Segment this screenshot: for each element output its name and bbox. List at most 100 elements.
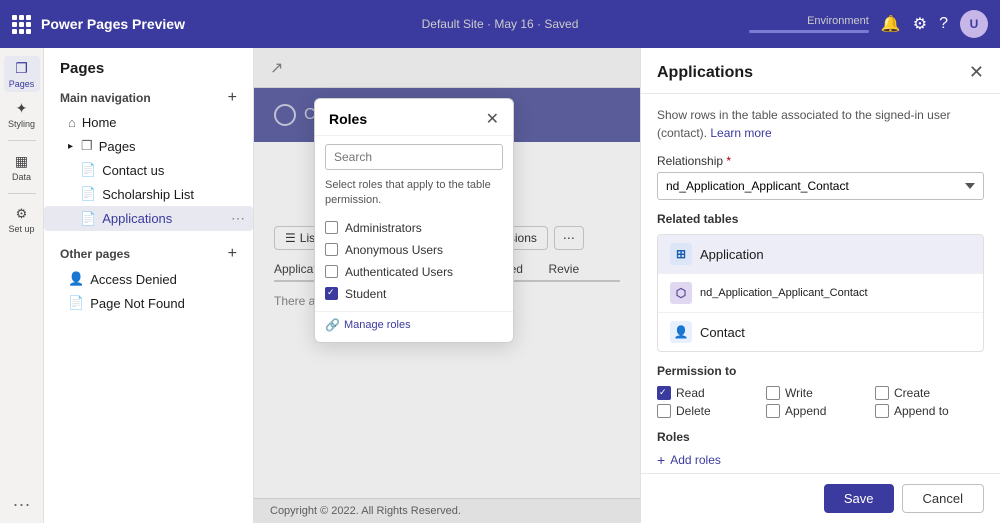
pages-icon: ❐ [15, 60, 28, 77]
relationship-select[interactable]: nd_Application_Applicant_Contact [657, 172, 984, 200]
main-nav-section: Main navigation + [44, 83, 253, 111]
relationship-label: Relationship [657, 154, 984, 168]
icon-sidebar: ❐ Pages ✦ Styling ▦ Data ⚙ Set up ··· [0, 48, 44, 523]
role-checkbox-administrators[interactable] [325, 221, 338, 234]
related-table-label-application: Application [700, 247, 764, 262]
role-checkbox-authenticated[interactable] [325, 265, 338, 278]
roles-search-input[interactable] [325, 144, 503, 170]
sidebar-more[interactable]: ··· [13, 494, 31, 515]
nav-item-more-icon[interactable]: ⋯ [231, 210, 245, 227]
role-item-administrators: Administrators [325, 217, 503, 239]
nav-contact-label: Contact us [102, 163, 164, 178]
roles-modal-close-button[interactable]: ✕ [486, 109, 499, 129]
nav-item-page-not-found[interactable]: 📄 Page Not Found [44, 291, 253, 315]
role-item-student: Student [325, 283, 503, 305]
roles-modal: Roles ✕ Select roles that apply to the t… [314, 98, 514, 343]
manage-roles-link[interactable]: 🔗 Manage roles [315, 311, 513, 342]
save-button[interactable]: Save [824, 484, 894, 513]
roles-description: Select roles that apply to the table per… [315, 178, 513, 217]
learn-more-link[interactable]: Learn more [710, 126, 771, 140]
topbar-icons: Environment 🔔 ⚙ ? U [749, 10, 988, 38]
main-layout: ❐ Pages ✦ Styling ▦ Data ⚙ Set up ··· Pa… [0, 48, 1000, 523]
add-other-page-button[interactable]: + [228, 245, 237, 263]
home-icon: ⌂ [68, 115, 76, 130]
related-table-label-nd: nd_Application_Applicant_Contact [700, 287, 868, 299]
app-title: Power Pages Preview [41, 16, 185, 32]
role-label-authenticated: Authenticated Users [345, 265, 453, 279]
sidebar-item-styling[interactable]: ✦ Styling [4, 96, 40, 132]
app-grid-icon[interactable] [12, 15, 31, 34]
other-pages-label: Other pages [60, 247, 130, 261]
roles-modal-overlay: Roles ✕ Select roles that apply to the t… [254, 48, 640, 523]
table-icon-application: ⊞ [670, 243, 692, 265]
page-icon2: 📄 [80, 186, 96, 202]
add-nav-item-button[interactable]: + [228, 89, 237, 107]
person-icon: 👤 [68, 271, 84, 287]
save-status: Default Site · May 16 · Saved [422, 17, 579, 31]
nav-scholarship-label: Scholarship List [102, 187, 194, 202]
related-table-nd-application[interactable]: ⬡ nd_Application_Applicant_Contact [658, 274, 983, 313]
perm-label-create: Create [894, 386, 930, 400]
perm-append: Append [766, 404, 875, 418]
pages-header: Pages [44, 48, 253, 83]
center-content: ↗ Company name Applica ☰ List [254, 48, 640, 523]
nav-item-access-denied[interactable]: 👤 Access Denied [44, 267, 253, 291]
roles-modal-header: Roles ✕ [315, 99, 513, 136]
help-icon[interactable]: ? [939, 15, 948, 33]
related-tables: ⊞ Application ⬡ nd_Application_Applicant… [657, 234, 984, 352]
right-panel-title: Applications [657, 64, 753, 82]
perm-checkbox-append[interactable] [766, 404, 780, 418]
add-icon: + [657, 452, 665, 468]
avatar[interactable]: U [960, 10, 988, 38]
main-nav-label: Main navigation [60, 91, 151, 105]
styling-label: Styling [8, 119, 35, 129]
perm-read: Read [657, 386, 766, 400]
related-table-contact[interactable]: 👤 Contact [658, 313, 983, 351]
nav-item-scholarship[interactable]: 📄 Scholarship List [44, 182, 253, 206]
rp-description: Show rows in the table associated to the… [657, 106, 984, 142]
page-icon3: 📄 [80, 211, 96, 227]
perm-checkbox-append-to[interactable] [875, 404, 889, 418]
role-checkbox-anonymous[interactable] [325, 243, 338, 256]
nav-home-label: Home [82, 115, 117, 130]
sidebar-item-data[interactable]: ▦ Data [4, 149, 40, 185]
right-panel-header: Applications ✕ [641, 48, 1000, 94]
perm-checkbox-read[interactable] [657, 386, 671, 400]
nav-item-applications[interactable]: 📄 Applications ⋯ [44, 206, 253, 231]
roles-modal-title: Roles [329, 111, 367, 127]
cancel-button[interactable]: Cancel [902, 484, 984, 513]
sidebar-item-setup[interactable]: ⚙ Set up [4, 202, 40, 238]
nav-item-home[interactable]: ⌂ Home [44, 111, 253, 134]
perm-label-read: Read [676, 386, 705, 400]
perm-checkbox-delete[interactable] [657, 404, 671, 418]
nav-applications-label: Applications [102, 211, 172, 226]
nav-item-contact[interactable]: 📄 Contact us [44, 158, 253, 182]
add-roles-button[interactable]: + Add roles [657, 452, 721, 468]
sidebar-item-pages[interactable]: ❐ Pages [4, 56, 40, 92]
role-label-student: Student [345, 287, 386, 301]
permission-to-section: Permission to Read Write Create [657, 364, 984, 418]
role-label-administrators: Administrators [345, 221, 422, 235]
notifications-icon[interactable]: 🔔 [881, 14, 901, 34]
perm-label-append: Append [785, 404, 826, 418]
nav-item-pages[interactable]: ▸ ❐ Pages [44, 134, 253, 158]
role-item-anonymous: Anonymous Users [325, 239, 503, 261]
roles-section-label: Roles [657, 430, 984, 444]
right-panel-close-button[interactable]: ✕ [969, 62, 984, 83]
nav-page-not-found-label: Page Not Found [90, 296, 185, 311]
role-checkbox-student[interactable] [325, 287, 338, 300]
topbar: Power Pages Preview Default Site · May 1… [0, 0, 1000, 48]
perm-checkbox-write[interactable] [766, 386, 780, 400]
data-icon: ▦ [15, 153, 28, 170]
setup-icon: ⚙ [16, 206, 28, 222]
sidebar-divider [8, 140, 36, 141]
person-icon-contact: 👤 [670, 321, 692, 343]
other-pages-section: Other pages + [44, 239, 253, 267]
setup-label: Set up [8, 224, 34, 234]
pages-panel: Pages Main navigation + ⌂ Home ▸ ❐ Pages… [44, 48, 254, 523]
right-panel-body: Show rows in the table associated to the… [641, 94, 1000, 473]
settings-icon[interactable]: ⚙ [913, 14, 927, 34]
related-table-application[interactable]: ⊞ Application [658, 235, 983, 274]
data-label: Data [12, 172, 31, 182]
perm-checkbox-create[interactable] [875, 386, 889, 400]
